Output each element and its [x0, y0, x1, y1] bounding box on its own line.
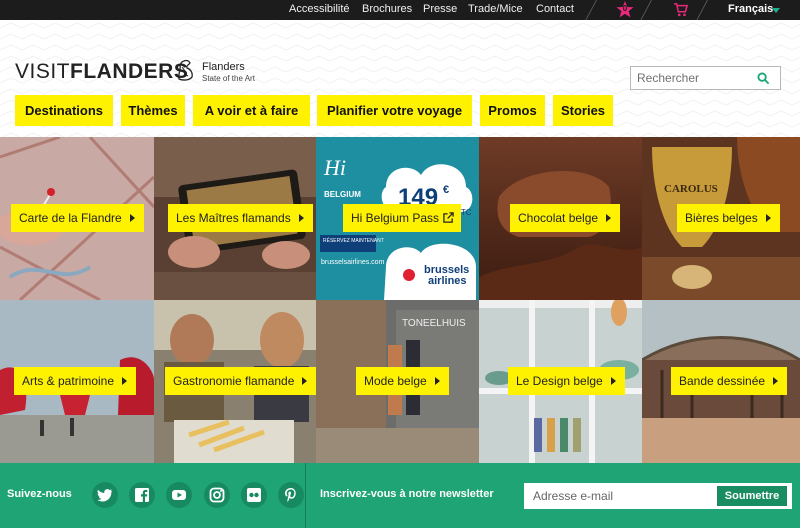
nav-destinations[interactable]: Destinations — [15, 95, 113, 126]
tile-belgian-beers[interactable]: CAROLUS Bières belges — [642, 137, 800, 300]
follow-us-label: Suivez-nous — [7, 488, 72, 500]
instagram-icon[interactable] — [204, 482, 230, 508]
ad-currency: € — [443, 184, 449, 196]
ad-reserve: RÉSERVEZ MAINTENANT — [323, 237, 384, 244]
tile-label[interactable]: Les Maîtres flamands — [168, 204, 313, 232]
ad-url: brusselsairlines.com — [321, 259, 385, 266]
search-icon[interactable] — [757, 72, 770, 85]
tile-arts-heritage[interactable]: Arts & patrimoine — [0, 300, 154, 463]
site-header: VISITFLANDERS Flanders State of the Art … — [0, 20, 800, 137]
press-link[interactable]: Presse — [423, 3, 457, 15]
subscribe-button[interactable]: Soumettre — [717, 486, 787, 506]
external-link-icon — [443, 212, 454, 223]
language-selector[interactable]: Français — [728, 3, 773, 15]
chevron-down-icon[interactable] — [772, 8, 780, 13]
nav-promos[interactable]: Promos — [480, 95, 545, 126]
tile-label[interactable]: Hi Belgium Pass — [343, 204, 462, 232]
flemish-lion-icon — [178, 59, 193, 81]
tile-hi-belgium-pass[interactable]: Hi BELGIUM 149 € TTC RÉSERVEZ MAINTENANT… — [316, 137, 479, 300]
cart-icon[interactable] — [674, 3, 688, 17]
tile-flemish-gastronomy[interactable]: Gastronomie flamande — [154, 300, 316, 463]
pinterest-icon[interactable] — [278, 482, 304, 508]
tile-label[interactable]: Mode belge — [356, 367, 449, 395]
tile-belgian-fashion[interactable]: TONEELHUIS Mode belge — [316, 300, 479, 463]
street-sign: TONEELHUIS — [402, 318, 466, 329]
newsletter-form: Soumettre — [524, 483, 792, 509]
youtube-icon[interactable] — [166, 482, 192, 508]
ad-brand-2: airlines — [428, 275, 467, 287]
search-input[interactable] — [631, 67, 751, 89]
favorites-count: 0 — [622, 4, 628, 13]
tile-belgian-design[interactable]: Le Design belge — [479, 300, 642, 463]
tile-label[interactable]: Gastronomie flamande — [165, 367, 316, 395]
brochures-link[interactable]: Brochures — [362, 3, 412, 15]
email-field[interactable] — [524, 483, 709, 509]
tile-label[interactable]: Le Design belge — [508, 367, 625, 395]
ad-belgium: BELGIUM — [324, 190, 361, 199]
facebook-icon[interactable] — [129, 482, 155, 508]
nav-plan-trip[interactable]: Planifier votre voyage — [317, 95, 472, 126]
tile-label[interactable]: Arts & patrimoine — [14, 367, 137, 395]
tile-label[interactable]: Bande dessinée — [671, 367, 788, 395]
tile-belgian-chocolate[interactable]: Chocolat belge — [479, 137, 642, 300]
visitflanders-logo[interactable]: VISITFLANDERS — [15, 60, 188, 84]
top-bar: Accessibilité Brochures Presse Trade/Mic… — [0, 0, 800, 24]
nav-stories[interactable]: Stories — [553, 95, 613, 126]
flickr-icon[interactable] — [241, 482, 267, 508]
search-box — [630, 66, 781, 90]
beer-glass-text: CAROLUS — [664, 183, 718, 195]
flanders-brand-name: Flanders — [202, 61, 245, 73]
newsletter-footer: Inscrivez-vous à notre newsletter Soumet… — [305, 463, 800, 528]
flanders-brand-tagline: State of the Art — [202, 74, 255, 83]
nav-things-to-do[interactable]: A voir et à faire — [193, 95, 310, 126]
tile-label[interactable]: Bières belges — [677, 204, 780, 232]
trade-mice-link[interactable]: Trade/Mice — [468, 3, 523, 15]
social-footer: Suivez-nous — [0, 463, 305, 528]
nav-themes[interactable]: Thèmes — [121, 95, 185, 126]
tile-comic-strip[interactable]: Bande dessinée — [642, 300, 800, 463]
tile-label[interactable]: Carte de la Flandre — [11, 204, 144, 232]
twitter-icon[interactable] — [92, 482, 118, 508]
contact-link[interactable]: Contact — [536, 3, 574, 15]
tile-label[interactable]: Chocolat belge — [510, 204, 621, 232]
tile-flemish-masters[interactable]: Les Maîtres flamands — [154, 137, 316, 300]
accessibility-link[interactable]: Accessibilité — [289, 3, 350, 15]
tile-label-text: Hi Belgium Pass — [351, 211, 440, 225]
tile-map-of-flanders[interactable]: Carte de la Flandre — [0, 137, 154, 300]
ad-hi: Hi — [323, 155, 346, 180]
newsletter-label: Inscrivez-vous à notre newsletter — [320, 488, 494, 500]
